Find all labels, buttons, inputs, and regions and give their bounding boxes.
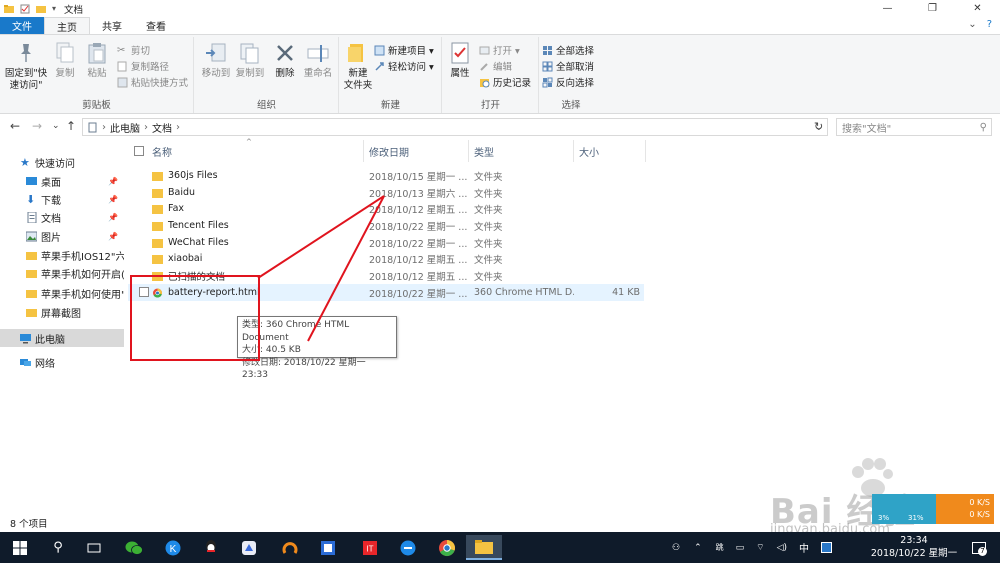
clock[interactable]: 23:34 2018/10/22 星期一 — [868, 534, 960, 560]
file-explorer-taskbar-button[interactable] — [466, 535, 502, 560]
tray-app-icon[interactable]: 跳 — [716, 542, 724, 553]
network-speed-widget[interactable]: 3% 31% 0 K/S 0 K/S — [872, 494, 994, 524]
usage-percent-1: 3% — [878, 514, 890, 522]
feishu-icon[interactable] — [231, 535, 267, 560]
ime-indicator[interactable]: 中 — [799, 540, 809, 555]
folder-icon — [475, 539, 493, 554]
wechat-icon[interactable] — [116, 535, 152, 560]
edge-icon[interactable] — [390, 535, 426, 560]
wifi-icon[interactable]: ⌔ — [756, 542, 764, 553]
network-speed-readout: 0 K/S 0 K/S — [936, 494, 994, 524]
network-usage-graph: 3% 31% — [872, 494, 936, 524]
action-center-button[interactable]: 7 — [964, 532, 994, 563]
show-hidden-icons[interactable]: ⌃ — [694, 543, 702, 553]
download-speed: 0 K/S — [969, 510, 990, 519]
taskbar: ⚲ K IT ⚇ ⌃ 跳 ▭ ⌔ ◁) 中 23:34 2018/10/22 星… — [0, 532, 1000, 563]
people-icon[interactable]: ⚇ — [672, 543, 680, 553]
upload-speed: 0 K/S — [969, 498, 990, 507]
clock-time: 23:34 — [900, 535, 928, 546]
item-count: 8 个项目 — [10, 519, 48, 530]
input-method-icon[interactable] — [821, 542, 833, 553]
usage-percent-2: 31% — [908, 514, 924, 522]
word-icon[interactable] — [310, 535, 346, 560]
360-browser-icon[interactable] — [429, 535, 465, 560]
windows-icon — [13, 540, 27, 555]
uc-icon[interactable] — [272, 535, 308, 560]
iqiyi-icon[interactable]: IT — [352, 535, 388, 560]
start-button[interactable] — [2, 535, 38, 560]
search-icon[interactable]: ⚲ — [40, 535, 76, 560]
svg-text:IT: IT — [366, 544, 373, 553]
battery-icon[interactable]: ▭ — [736, 543, 745, 553]
qq-icon[interactable] — [193, 535, 229, 560]
task-view-icon[interactable] — [76, 535, 112, 560]
system-tray: ⚇ ⌃ 跳 ▭ ⌔ ◁) 中 — [672, 532, 833, 563]
kugou-icon[interactable]: K — [155, 535, 191, 560]
volume-icon[interactable]: ◁) — [777, 543, 787, 553]
notification-count: 7 — [978, 547, 987, 556]
clock-date: 2018/10/22 星期一 — [870, 548, 958, 559]
svg-text:K: K — [170, 544, 177, 555]
